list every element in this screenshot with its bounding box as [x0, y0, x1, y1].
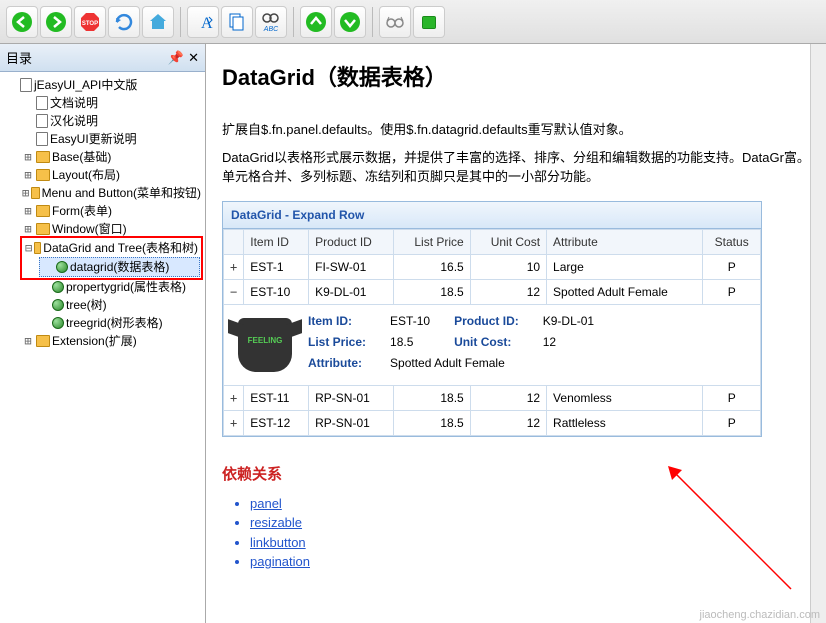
example-panel: DataGrid - Expand Row Item ID Product ID…	[222, 201, 762, 437]
main-toolbar: STOP A ABC	[0, 0, 826, 44]
tree-doc[interactable]: 文档说明	[20, 94, 203, 112]
table-row[interactable]: − EST-10 K9-DL-01 18.5 12 Spotted Adult …	[224, 279, 761, 304]
tree-folder[interactable]: ⊞Menu and Button(菜单和按钮)	[20, 184, 203, 202]
back-button[interactable]	[6, 6, 38, 38]
close-sidebar-icon[interactable]: ✕	[188, 50, 199, 66]
pin-icon[interactable]: 📌	[168, 50, 184, 66]
copy-button[interactable]	[221, 6, 253, 38]
tree-root[interactable]: jEasyUI_API中文版	[4, 76, 203, 94]
nav-tree: jEasyUI_API中文版 文档说明 汉化说明 EasyUI更新说明 ⊞Bas…	[0, 72, 205, 623]
tree-folder[interactable]: ⊞Layout(布局)	[20, 166, 203, 184]
page-title: DataGrid（数据表格）	[222, 60, 822, 92]
table-row[interactable]: + EST-1 FI-SW-01 16.5 10 Large P	[224, 254, 761, 279]
tree-item[interactable]: tree(树)	[36, 296, 203, 314]
annotation-arrow	[666, 464, 796, 594]
refresh-button[interactable]	[108, 6, 140, 38]
tree-folder[interactable]: ⊞Extension(扩展)	[20, 332, 203, 350]
content-scrollbar[interactable]	[810, 44, 826, 623]
expand-icon[interactable]: +	[224, 254, 244, 279]
tree-folder-datagrid[interactable]: ⊟DataGrid and Tree(表格和树)	[23, 239, 200, 257]
svg-text:STOP: STOP	[82, 21, 98, 27]
intro-1: 扩展自$.fn.panel.defaults。使用$.fn.datagrid.d…	[222, 120, 822, 140]
find-button[interactable]: ABC	[255, 6, 287, 38]
tree-folder[interactable]: ⊞Base(基础)	[20, 148, 203, 166]
expand-icon[interactable]: +	[224, 385, 244, 410]
book-button[interactable]	[413, 6, 445, 38]
panel-title: DataGrid - Expand Row	[223, 202, 761, 229]
tree-doc[interactable]: EasyUI更新说明	[20, 130, 203, 148]
svg-text:A: A	[201, 15, 213, 32]
datagrid: Item ID Product ID List Price Unit Cost …	[223, 229, 761, 436]
forward-button[interactable]	[40, 6, 72, 38]
tree-folder[interactable]: ⊞Form(表单)	[20, 202, 203, 220]
table-row[interactable]: + EST-11 RP-SN-01 18.5 12 Venomless P	[224, 385, 761, 410]
expand-icon[interactable]: +	[224, 410, 244, 435]
tree-item-datagrid[interactable]: datagrid(数据表格)	[39, 257, 200, 277]
intro-2: DataGrid以表格形式展示数据，并提供了丰富的选择、排序、分组和编辑数据的功…	[222, 148, 822, 187]
sidebar-title-bar: 目录 📌 ✕	[0, 44, 205, 72]
table-row[interactable]: + EST-12 RP-SN-01 18.5 12 Rattleless P	[224, 410, 761, 435]
content-pane: DataGrid（数据表格） 扩展自$.fn.panel.defaults。使用…	[206, 44, 826, 623]
glasses-button[interactable]	[379, 6, 411, 38]
svg-text:ABC: ABC	[263, 26, 279, 33]
stop-button[interactable]: STOP	[74, 6, 106, 38]
tree-item[interactable]: treegrid(树形表格)	[36, 314, 203, 332]
collapse-icon[interactable]: −	[224, 279, 244, 304]
sidebar-title: 目录	[6, 48, 32, 67]
tshirt-image: FEELING	[234, 314, 296, 376]
table-header-row: Item ID Product ID List Price Unit Cost …	[224, 229, 761, 254]
up-button[interactable]	[300, 6, 332, 38]
expanded-detail: FEELING Item ID:EST-10 Product ID:K9-DL-…	[224, 304, 761, 385]
tree-doc[interactable]: 汉化说明	[20, 112, 203, 130]
watermark: jiaocheng.chazidian.com	[700, 609, 820, 621]
home-button[interactable]	[142, 6, 174, 38]
down-button[interactable]	[334, 6, 366, 38]
font-button[interactable]: A	[187, 6, 219, 38]
sidebar: 目录 📌 ✕ jEasyUI_API中文版 文档说明 汉化说明 EasyUI更新…	[0, 44, 206, 623]
tree-item[interactable]: propertygrid(属性表格)	[36, 278, 203, 296]
